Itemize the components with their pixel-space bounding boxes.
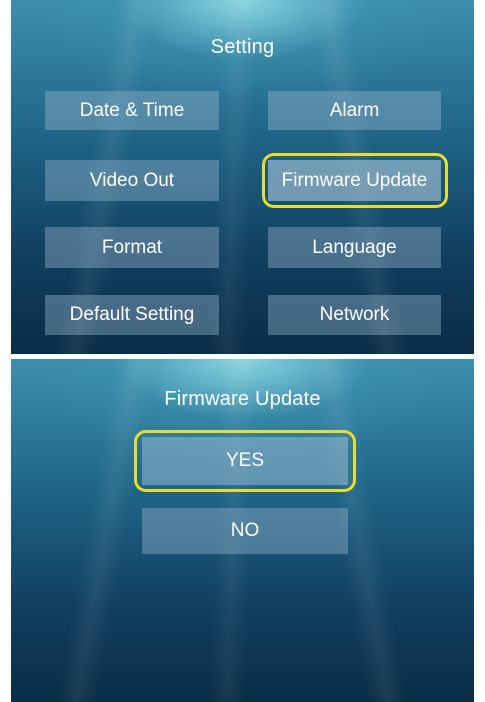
firmware-update-screen: Firmware Update YES NO [11,359,474,702]
network-button[interactable]: Network [268,295,441,335]
settings-screen: Setting Date & Time Alarm Video Out Firm… [11,0,474,354]
firmware-update-button[interactable]: Firmware Update [268,160,441,201]
page-title: Setting [210,36,275,58]
format-button[interactable]: Format [45,227,219,268]
video-out-button[interactable]: Video Out [45,160,219,201]
default-setting-button[interactable]: Default Setting [45,295,219,335]
language-button[interactable]: Language [268,227,441,268]
date-time-button[interactable]: Date & Time [45,91,219,130]
yes-button[interactable]: YES [142,437,348,485]
alarm-button[interactable]: Alarm [268,91,441,130]
dialog-title: Firmware Update [164,388,321,410]
no-button[interactable]: NO [142,508,348,554]
